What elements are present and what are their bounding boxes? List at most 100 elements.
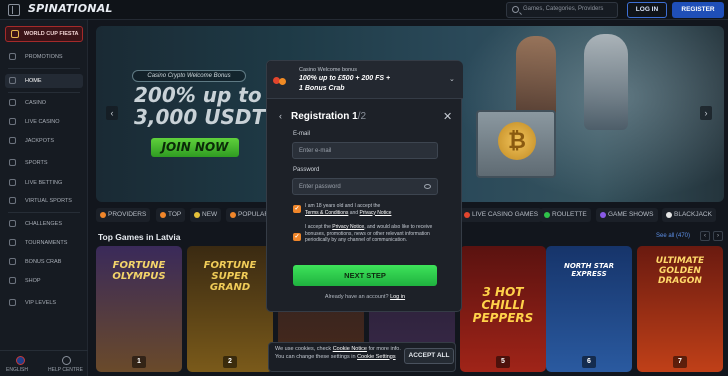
privacy-link[interactable]: Privacy Notice xyxy=(359,210,391,216)
game-tile[interactable]: 3 HOT CHILLI PEPPERS 5 xyxy=(460,246,546,372)
email-label: E-mail xyxy=(293,131,311,137)
sidebar: WORLD CUP FIESTA PROMOTIONS HOME CASINO … xyxy=(0,20,88,376)
fire-icon xyxy=(160,212,166,218)
see-all-link[interactable]: See all (470) xyxy=(656,233,690,239)
help-icon[interactable] xyxy=(62,356,71,365)
star-icon xyxy=(194,212,200,218)
email-field[interactable]: Enter e-mail xyxy=(292,142,438,159)
bonus-line-2: 1 Bonus Crab xyxy=(299,85,345,92)
game-tile[interactable]: FORTUNE SUPER GRAND 2 xyxy=(187,246,273,372)
search-icon xyxy=(512,6,519,13)
already-account-text: Already have an account? Log in xyxy=(324,294,406,300)
show-password-icon[interactable] xyxy=(424,184,431,189)
join-now-button[interactable]: JOIN NOW xyxy=(151,138,239,157)
live-icon xyxy=(464,212,470,218)
divider xyxy=(8,212,80,213)
password-placeholder: Enter password xyxy=(299,184,341,190)
jackpot-icon xyxy=(9,137,16,144)
sidebar-item-casino[interactable]: CASINO xyxy=(5,96,83,110)
sidebar-item-live-betting[interactable]: LIVE BETTING xyxy=(5,176,83,190)
hero-next-arrow-icon[interactable]: › xyxy=(700,106,712,120)
sidebar-item-virtual-sports[interactable]: VIRTUAL SPORTS xyxy=(5,194,83,208)
chevron-down-icon[interactable]: ⌄ xyxy=(449,75,455,83)
sidebar-item-sports[interactable]: SPORTS xyxy=(5,156,83,170)
sidebar-item-jackpots[interactable]: JACKPOTS xyxy=(5,134,83,148)
cookie-settings-link[interactable]: Cookie Settings xyxy=(357,354,396,360)
casino-icon xyxy=(9,99,16,106)
sidebar-item-live-casino[interactable]: LIVE CASINO xyxy=(5,115,83,129)
register-button[interactable]: REGISTER xyxy=(672,2,724,18)
game-tile[interactable]: FORTUNE OLYMPUS 1 xyxy=(96,246,182,372)
sidebar-item-world-cup[interactable]: WORLD CUP FIESTA xyxy=(5,26,83,42)
age-terms-text: I am 18 years old and I accept the Terms… xyxy=(305,203,392,216)
next-step-button[interactable]: NEXT STEP xyxy=(293,265,437,286)
category-blackjack[interactable]: BLACKJACK xyxy=(662,208,716,222)
divider xyxy=(8,92,80,93)
gift-icon xyxy=(9,53,16,60)
registration-modal: Casino Welcome bonus 100% up to £500 + 2… xyxy=(266,60,463,312)
category-top[interactable]: TOP xyxy=(156,208,186,222)
home-icon xyxy=(9,77,16,84)
welcome-bonus-panel[interactable]: Casino Welcome bonus 100% up to £500 + 2… xyxy=(267,61,463,99)
bonus-heading: Casino Welcome bonus xyxy=(299,67,357,73)
hero-title: 200% up to 3,000 USDT xyxy=(134,83,266,129)
language-label[interactable]: ENGLISH xyxy=(6,367,28,373)
game-shows-icon xyxy=(600,212,606,218)
search-input[interactable]: Games, Categories, Providers xyxy=(506,2,618,18)
category-providers[interactable]: PROVIDERS xyxy=(96,208,151,222)
hero-tag: Casino Crypto Welcome Bonus xyxy=(132,70,246,82)
divider xyxy=(8,68,80,69)
tournaments-icon xyxy=(9,239,16,246)
hero-character-woman xyxy=(516,36,556,116)
sidebar-item-home[interactable]: HOME xyxy=(5,74,83,88)
login-link[interactable]: Log in xyxy=(390,294,405,300)
login-button[interactable]: LOG IN xyxy=(627,2,667,18)
category-game-shows[interactable]: GAME SHOWS xyxy=(596,208,658,222)
category-live-casino-games[interactable]: LIVE CASINO GAMES xyxy=(460,208,543,222)
popular-icon xyxy=(230,212,236,218)
shop-icon xyxy=(9,277,16,284)
age-terms-checkbox[interactable]: ✓ xyxy=(293,205,301,213)
cherries-icon xyxy=(273,72,287,86)
sidebar-item-shop[interactable]: SHOP xyxy=(5,274,83,288)
search-placeholder: Games, Categories, Providers xyxy=(523,6,604,12)
sidebar-footer: ENGLISH HELP CENTRE xyxy=(0,350,88,376)
trophy-icon xyxy=(11,30,19,38)
marketing-text: I accept the Privacy Notice, and would a… xyxy=(305,224,433,243)
category-new[interactable]: NEW xyxy=(190,208,222,222)
sidebar-item-bonus-crab[interactable]: BONUS CRAB xyxy=(5,255,83,269)
help-centre-label[interactable]: HELP CENTRE xyxy=(48,367,83,373)
sidebar-toggle-icon[interactable] xyxy=(8,4,20,16)
close-icon[interactable]: ✕ xyxy=(443,110,452,123)
flag-uk-icon[interactable] xyxy=(16,356,25,365)
bitcoin-icon: ₿ xyxy=(498,122,536,160)
cookie-notice-link[interactable]: Cookie Notice xyxy=(333,346,367,352)
password-field[interactable]: Enter password xyxy=(292,178,438,195)
sidebar-item-promotions[interactable]: PROMOTIONS xyxy=(5,50,83,64)
hero-prev-arrow-icon[interactable]: ‹ xyxy=(106,106,118,120)
email-placeholder: Enter e-mail xyxy=(299,148,332,154)
providers-icon xyxy=(100,212,106,218)
logo[interactable]: SPINATIONAL xyxy=(28,2,113,15)
hero-character-man xyxy=(584,34,628,130)
back-arrow-icon[interactable]: ‹ xyxy=(279,111,282,121)
virtual-sports-icon xyxy=(9,197,16,204)
sidebar-item-challenges[interactable]: CHALLENGES xyxy=(5,217,83,231)
sidebar-item-tournaments[interactable]: TOURNAMENTS xyxy=(5,236,83,250)
bonus-line-1: 100% up to £500 + 200 FS + xyxy=(299,75,391,82)
section-title: Top Games in Latvia xyxy=(98,232,181,242)
sidebar-item-vip-levels[interactable]: VIP LEVELS xyxy=(5,296,83,310)
terms-link[interactable]: Terms & Conditions xyxy=(305,210,348,216)
games-next-icon[interactable]: › xyxy=(713,231,723,241)
cookie-text: We use cookies, check Cookie Notice for … xyxy=(275,346,401,360)
marketing-checkbox[interactable]: ✓ xyxy=(293,233,301,241)
games-prev-icon[interactable]: ‹ xyxy=(700,231,710,241)
game-tile[interactable]: NORTH STAR EXPRESS 6 xyxy=(546,246,632,372)
game-tile[interactable]: ULTIMATE GOLDEN DRAGON 7 xyxy=(637,246,723,372)
category-roulette[interactable]: ROULETTE xyxy=(540,208,591,222)
cards-icon xyxy=(666,212,672,218)
accept-all-button[interactable]: ACCEPT ALL xyxy=(404,348,454,364)
live-casino-icon xyxy=(9,118,16,125)
roulette-icon xyxy=(544,212,550,218)
privacy-link-2[interactable]: Privacy Notice xyxy=(332,224,364,230)
